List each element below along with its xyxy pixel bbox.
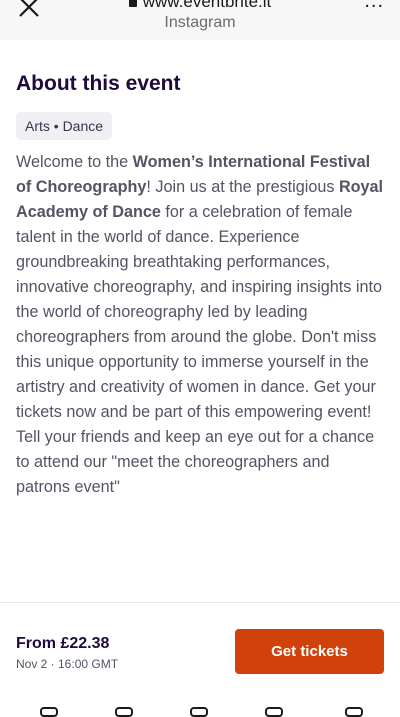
share-icon[interactable] xyxy=(190,707,208,717)
desc-text-1: Welcome to the xyxy=(16,153,133,171)
url-bar[interactable]: www.eventbrite.it xyxy=(0,0,400,12)
ticket-footer: From £22.38 Nov 2 · 16:00 GMT Get ticket… xyxy=(0,602,400,711)
tabs-icon[interactable] xyxy=(345,707,363,717)
event-description: Welcome to the Women’s International Fes… xyxy=(16,150,386,500)
section-title: About this event xyxy=(16,70,386,98)
browser-header: www.eventbrite.it Instagram ... xyxy=(0,0,400,40)
category-tag[interactable]: Arts • Dance xyxy=(16,112,112,140)
get-tickets-button[interactable]: Get tickets xyxy=(235,629,384,674)
desc-text-3: for a celebration of female talent in th… xyxy=(16,203,382,496)
more-options-button[interactable]: ... xyxy=(364,0,384,13)
forward-icon[interactable] xyxy=(115,707,133,717)
lock-icon xyxy=(129,0,137,7)
back-icon[interactable] xyxy=(40,707,58,717)
date-label: Nov 2 · 16:00 GMT xyxy=(16,657,118,671)
url-text: www.eventbrite.it xyxy=(143,0,272,11)
bottom-toolbar xyxy=(0,703,400,711)
desc-text-2: ! Join us at the prestigious xyxy=(146,178,339,196)
bookmarks-icon[interactable] xyxy=(265,707,283,717)
price-label: From £22.38 xyxy=(16,635,109,653)
about-section: About this event Arts • Dance Welcome to… xyxy=(16,70,386,500)
source-label: Instagram xyxy=(0,14,400,32)
